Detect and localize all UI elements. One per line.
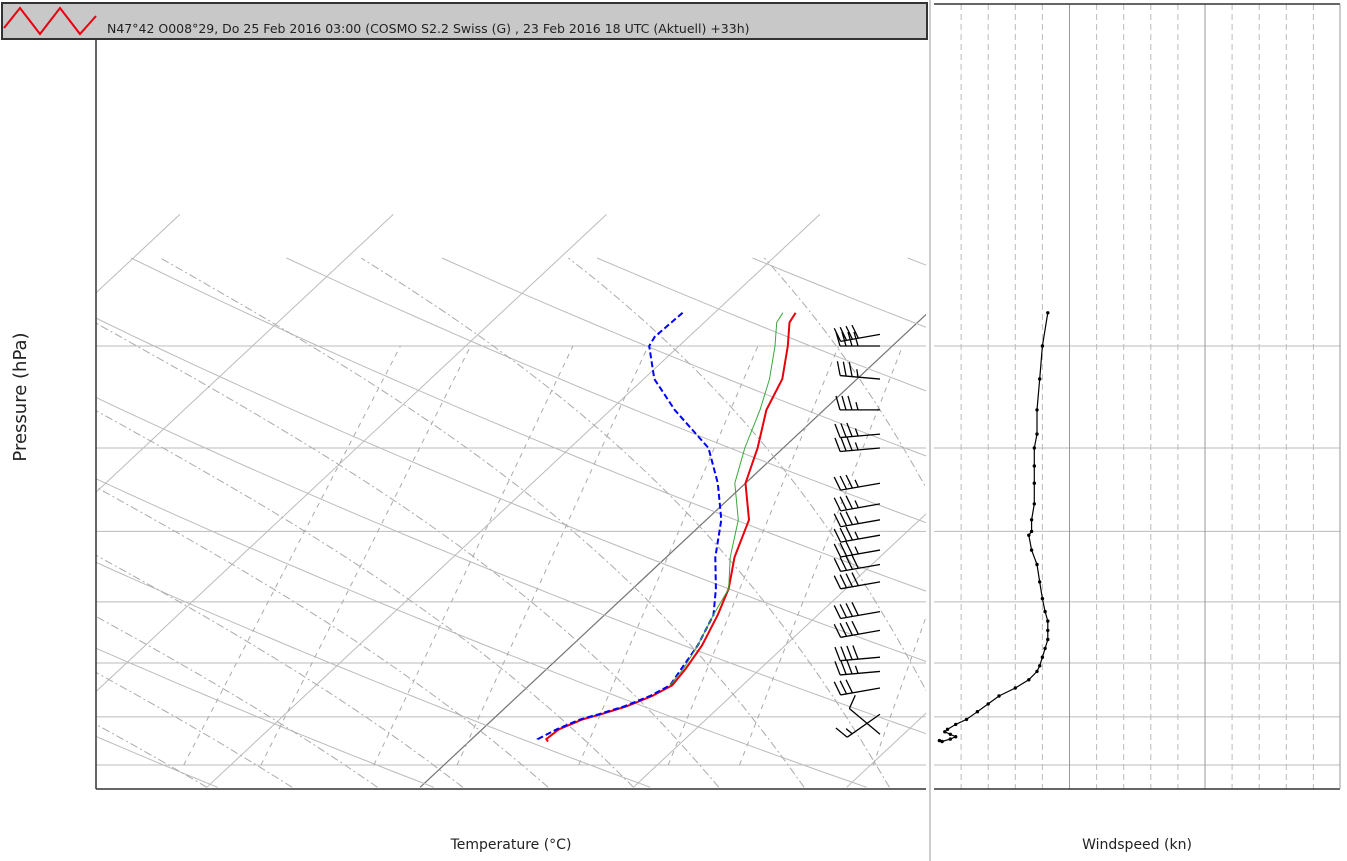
windspeed-point — [1038, 377, 1042, 381]
windspeed-point — [954, 722, 958, 727]
windspeed-point — [1013, 686, 1017, 690]
windspeed-point — [1032, 464, 1037, 468]
windspeed-point — [937, 738, 942, 743]
header-title: N47°42 O008°29, Do 25 Feb 2016 03:00 (CO… — [107, 21, 750, 36]
windspeed-point — [1035, 669, 1039, 674]
windspeed-point — [1046, 628, 1050, 633]
windspeed-point — [954, 735, 958, 739]
y-axis-title: Pressure (hPa) — [10, 332, 31, 461]
x-axis-title: Temperature (°C) — [450, 837, 572, 853]
windspeed-point — [948, 732, 952, 736]
sounding-chart: N47°42 O008°29, Do 25 Feb 2016 03:00 (CO… — [0, 0, 1341, 861]
windspeed-point — [1032, 502, 1037, 506]
windspeed-point — [1035, 562, 1039, 567]
windspeed-point — [1032, 446, 1037, 450]
windspeed-point — [1043, 609, 1047, 614]
windspeed-point — [943, 730, 947, 734]
windspeed-point — [1032, 481, 1037, 485]
windspeed-point — [945, 727, 950, 731]
windspeed-point — [1029, 518, 1034, 522]
wind-x-axis-title: Windspeed (kn) — [1082, 837, 1192, 853]
header-banner: N47°42 O008°29, Do 25 Feb 2016 03:00 (CO… — [1, 2, 928, 40]
windspeed-point — [1038, 664, 1042, 668]
windspeed-point — [1038, 580, 1042, 584]
windspeed-point — [1027, 678, 1031, 682]
windspeed-point — [964, 717, 969, 722]
windspeed-point — [1027, 533, 1031, 537]
windspeed-plot-area — [934, 4, 1340, 789]
windspeed-point — [1046, 311, 1050, 315]
windspeed-point — [948, 737, 952, 741]
windspeed-point — [1029, 529, 1034, 534]
windspeed-point — [1040, 655, 1045, 659]
windspeed-point — [1040, 344, 1045, 348]
windspeed-point — [1040, 596, 1045, 601]
windspeed-point — [975, 710, 980, 714]
windspeed-point — [1035, 408, 1039, 412]
dry-adiabat-line — [0, 258, 1, 787]
windspeed-point — [1043, 646, 1047, 651]
windspeed-point — [1046, 619, 1050, 623]
windspeed-point — [997, 694, 1001, 698]
windspeed-point — [1035, 432, 1039, 436]
skewt-plot-area — [96, 4, 926, 789]
windspeed-point — [1029, 548, 1034, 552]
windspeed-point — [986, 702, 990, 706]
windspeed-point — [1046, 637, 1050, 642]
